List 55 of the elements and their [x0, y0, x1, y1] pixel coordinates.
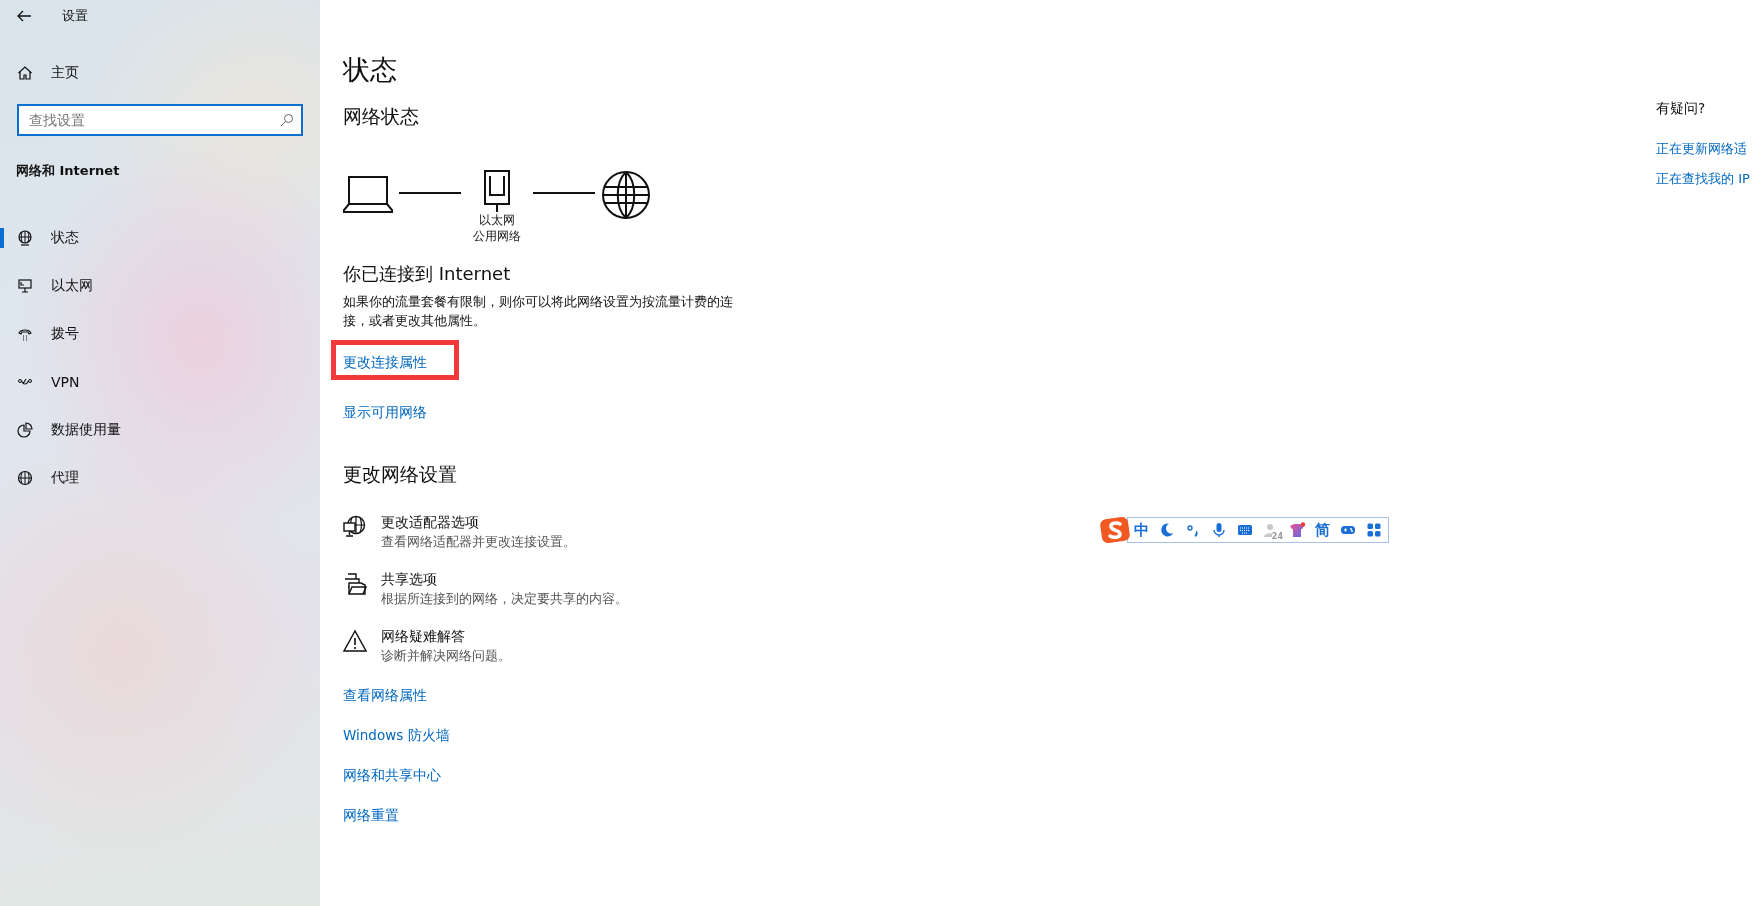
- globe-icon: [17, 470, 33, 486]
- nav-item[interactable]: 代理: [0, 454, 320, 502]
- pie-chart-icon: [17, 422, 33, 438]
- link[interactable]: 更改连接属性: [343, 354, 427, 370]
- section-heading: 网络状态: [343, 104, 419, 129]
- setting-description: 诊断并解决网络问题。: [381, 648, 511, 665]
- globe-icon: [601, 170, 651, 220]
- connection-status: 你已连接到 Internet: [343, 262, 511, 286]
- setting-description: 查看网络适配器并更改连接设置。: [381, 534, 576, 551]
- link[interactable]: 网络重置: [343, 807, 450, 825]
- grid-icon[interactable]: [1366, 522, 1382, 538]
- setting-title[interactable]: 网络疑难解答: [381, 628, 511, 646]
- setting-description: 根据所连接到的网络，决定要共享的内容。: [381, 591, 628, 608]
- moon-icon[interactable]: [1159, 522, 1175, 538]
- setting-title[interactable]: 更改适配器选项: [381, 514, 576, 532]
- section-title: 网络和 Internet: [16, 162, 121, 180]
- phone-icon: [17, 326, 33, 342]
- ime-mode-button[interactable]: 中: [1134, 520, 1149, 540]
- keyboard-icon[interactable]: [1237, 522, 1253, 538]
- ethernet-port-icon: [483, 170, 511, 212]
- connection-description: 如果你的流量套餐有限制，则你可以将此网络设置为按流量计费的连接，或者更改其他属性。: [343, 293, 734, 330]
- back-arrow-icon[interactable]: [16, 8, 32, 24]
- window-title: 设置: [62, 7, 88, 25]
- sogou-logo-icon[interactable]: [1100, 516, 1130, 544]
- punctuation-icon[interactable]: [1185, 522, 1201, 538]
- link[interactable]: Windows 防火墙: [343, 727, 450, 745]
- ime-mode-button[interactable]: 简: [1315, 520, 1330, 540]
- nav-item[interactable]: 状态: [0, 214, 320, 262]
- globe-monitor-icon: [17, 230, 33, 246]
- home-link[interactable]: 主页: [51, 64, 79, 82]
- help-heading: 有疑问?: [1656, 100, 1707, 118]
- profile-label: 公用网络: [473, 228, 521, 244]
- search-field[interactable]: 查找设置: [17, 104, 303, 136]
- nav-item[interactable]: VPN: [0, 358, 320, 406]
- help-link[interactable]: 正在更新网络适: [1656, 140, 1756, 158]
- printer-folder-icon: [343, 572, 367, 596]
- monitor-icon: [17, 278, 33, 294]
- nav-item[interactable]: 拨号: [0, 310, 320, 358]
- adapter-label: 以太网: [479, 212, 515, 228]
- home-icon[interactable]: [17, 65, 33, 81]
- link[interactable]: 网络和共享中心: [343, 767, 450, 785]
- shirt-icon[interactable]: [1289, 522, 1305, 538]
- link[interactable]: 显示可用网络: [343, 404, 427, 420]
- nav-item[interactable]: 以太网: [0, 262, 320, 310]
- search-icon[interactable]: [280, 113, 294, 127]
- help-link[interactable]: 正在查找我的 IP: [1656, 170, 1756, 188]
- globe-monitor-icon: [343, 515, 367, 539]
- nav-item[interactable]: 数据使用量: [0, 406, 320, 454]
- page-title: 状态: [343, 53, 397, 87]
- microphone-icon[interactable]: [1211, 522, 1227, 538]
- link[interactable]: 查看网络属性: [343, 687, 450, 705]
- section-heading: 更改网络设置: [343, 462, 457, 487]
- laptop-icon: [343, 175, 393, 213]
- setting-title[interactable]: 共享选项: [381, 571, 628, 589]
- warning-icon: [343, 629, 367, 653]
